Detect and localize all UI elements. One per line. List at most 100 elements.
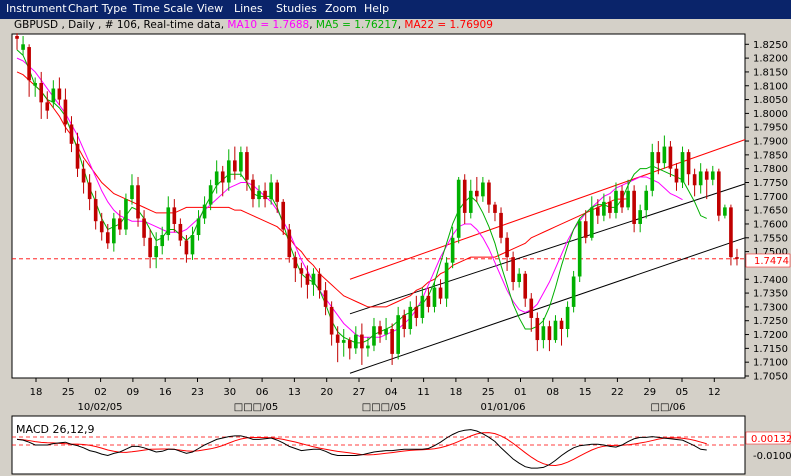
candle-down [81,168,86,183]
candle-down [674,168,679,183]
candle-up [577,221,582,277]
candle-down [220,171,225,183]
candle-down [118,218,122,230]
candle-up [481,182,485,197]
candle-up [517,273,521,283]
candle-down [63,99,68,125]
candle-down [335,334,340,343]
candle-down [57,88,62,100]
macd-zero-label: -0.0100 [753,451,791,462]
candle-up [644,190,649,211]
y-tick-label: 1.7150 [753,344,788,355]
current-price-label: 1.7474 [754,256,789,267]
candle-down [329,306,334,335]
candle-down [426,295,431,307]
candle-up [444,262,449,299]
candle-up [257,190,261,200]
candle-down [87,182,92,200]
current-price-tag: 1.7474 [745,253,791,268]
date-label: □□□/05 [362,402,406,413]
y-tick-label: 1.7300 [753,302,788,313]
x-tick-label: 01 [514,387,527,398]
candle-up [541,326,546,341]
candle-up [214,171,219,186]
candle-down [251,179,255,200]
x-tick-label: 27 [353,387,366,398]
y-tick-label: 1.7250 [753,316,788,327]
candle-down [293,257,298,269]
candle-down [39,82,44,103]
candle-up [130,185,134,200]
candle-down [299,268,304,274]
candle-down [475,190,479,197]
candle-down [275,182,279,202]
candle-up [384,329,388,335]
date-label: □□□/05 [234,402,278,413]
candle-down [178,223,183,241]
candle-down [323,290,328,307]
candle-down [735,257,739,259]
candle-up [456,179,461,238]
candle-down [172,207,177,224]
candle-down [281,201,286,230]
candle-up [420,295,425,318]
candle-up [565,306,570,330]
candle-up [190,235,195,255]
candle-down [523,273,528,299]
candle-up [239,152,243,172]
x-tick-label: 18 [30,387,43,398]
candle-up [638,210,642,224]
y-tick-label: 1.8100 [753,81,788,92]
y-tick-label: 1.7850 [753,150,788,161]
candle-down [148,237,152,258]
candle-up [408,306,413,330]
x-tick-label: 15 [579,387,592,398]
y-tick-label: 1.7200 [753,330,788,341]
candle-down [69,124,74,144]
candle-up [723,207,727,216]
candle-down [511,257,515,283]
date-label: 01/01/06 [481,402,526,413]
candle-down [184,240,189,255]
x-tick-label: 06 [256,387,269,398]
candle-down [99,221,104,233]
x-tick-label: 16 [159,387,172,398]
y-tick-label: 1.7900 [753,137,788,148]
candle-up [226,160,231,183]
candle-down [529,298,534,318]
candle-down [136,185,140,219]
candle-down [535,317,540,341]
candle-up [21,44,25,50]
x-tick-label: 11 [417,387,430,398]
price-chart: 1.8250 1.8200 1.8150 1.8100 1.8050 1.8000 1.79… [11,33,791,475]
x-tick-label: 20 [320,387,333,398]
candle-up [553,320,558,341]
x-tick-label: 23 [191,387,204,398]
y-tick-label: 1.8050 [753,95,788,106]
x-tick-label: 13 [288,387,301,398]
candle-down [390,329,394,354]
candle-up [341,340,346,343]
candle-down [438,287,443,299]
y-tick-label: 1.8250 [753,40,788,51]
candle-down [15,36,19,39]
candle-up [112,218,116,244]
candle-down [27,47,31,81]
candle-down [729,207,733,258]
candle-up [166,207,171,236]
candle-up [468,190,473,213]
x-tick-label: 05 [676,387,689,398]
y-tick-label: 1.7750 [753,178,788,189]
x-tick-label: 25 [62,387,75,398]
candle-up [432,287,437,307]
candle-down [317,273,322,291]
candle-up [710,171,715,180]
candle-down [305,273,310,285]
x-tick-label: 02 [94,387,107,398]
candle-up [208,185,213,205]
date-label: 10/02/05 [78,402,123,413]
candle-down [402,315,407,330]
candle-down [360,334,364,349]
y-tick-label: 1.8150 [753,67,788,78]
candle-up [269,182,273,200]
